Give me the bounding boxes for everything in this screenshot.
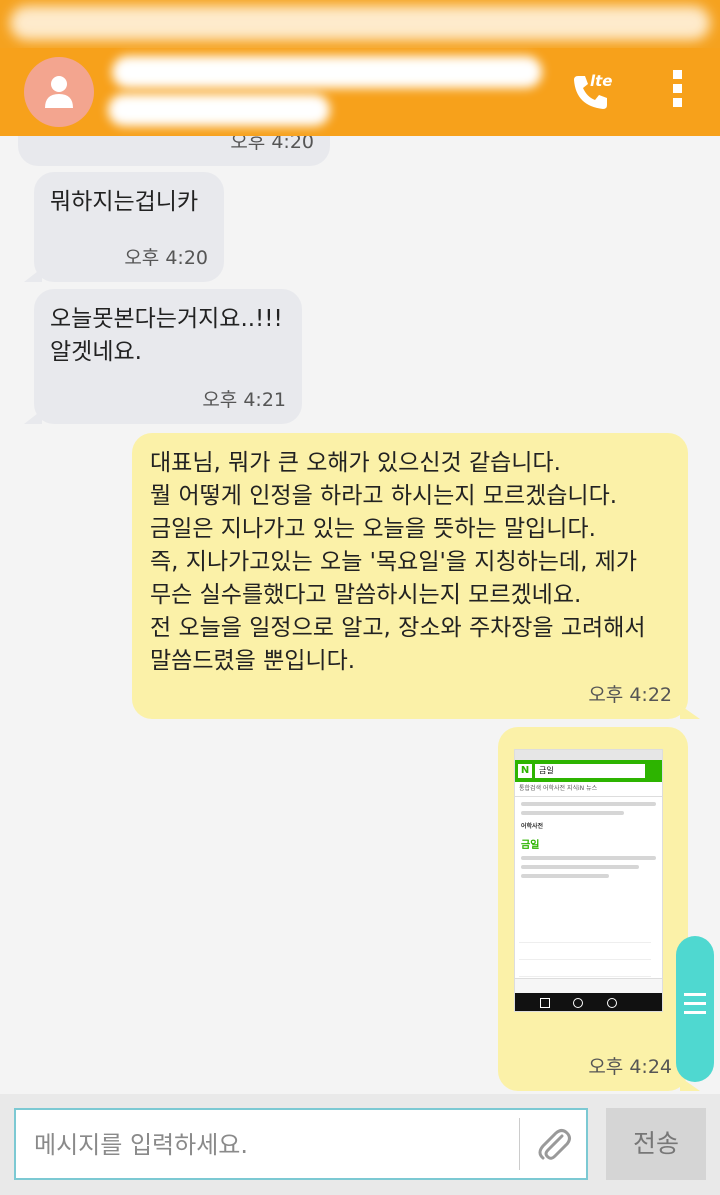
- paperclip-icon: [538, 1129, 571, 1160]
- chat-messages[interactable]: 오후 4:20 뭐하지는겁니카 오후 4:20 오늘못본다는거지요..!!! 알…: [0, 136, 720, 1094]
- screenshot-thumbnail[interactable]: N 금일 통합검색 어학사전 지식iN 뉴스 어학사전 금일: [514, 749, 663, 1012]
- status-bar: [0, 0, 720, 48]
- message-time: 오후 4:20: [124, 247, 208, 269]
- thumbnail-headword: 금일: [521, 840, 540, 851]
- message-received: 오늘못본다는거지요..!!! 알겟네요. 오후 4:21: [24, 289, 302, 424]
- message-time: 오후 4:22: [588, 684, 672, 706]
- lte-badge: lte: [590, 72, 613, 90]
- call-button[interactable]: lte: [570, 70, 626, 114]
- avatar[interactable]: [24, 57, 94, 127]
- message-text: 대표님, 뭐가 큰 오해가 있으신것 같습니다. 뭘 어떻게 인정을 하라고 하…: [150, 450, 646, 674]
- person-icon: [45, 76, 73, 108]
- attach-button[interactable]: [519, 1118, 586, 1170]
- message-received: 오후 4:20: [18, 136, 330, 166]
- message-received: 뭐하지는겁니카 오후 4:20: [24, 172, 224, 282]
- message-text: 뭐하지는겁니카: [50, 189, 199, 215]
- thumbnail-tabs: 통합검색 어학사전 지식iN 뉴스: [515, 782, 662, 797]
- message-time: 오후 4:20: [230, 136, 314, 153]
- message-field: [14, 1108, 588, 1180]
- thumbnail-section: 어학사전: [521, 823, 544, 830]
- chat-header: lte: [0, 48, 720, 136]
- menu-button[interactable]: [668, 70, 686, 114]
- thumbnail-search-query: 금일: [535, 764, 645, 778]
- message-sent: 대표님, 뭐가 큰 오해가 있으신것 같습니다. 뭘 어떻게 인정을 하라고 하…: [132, 433, 700, 719]
- composer: 전송: [0, 1094, 720, 1195]
- send-button[interactable]: 전송: [606, 1108, 706, 1180]
- message-input[interactable]: [32, 1124, 516, 1166]
- scroll-handle[interactable]: [676, 936, 714, 1082]
- contact-name: [112, 56, 542, 88]
- message-time: 오후 4:21: [202, 389, 286, 411]
- naver-logo-icon: N: [518, 764, 532, 778]
- message-sent-image: N 금일 통합검색 어학사전 지식iN 뉴스 어학사전 금일 오후 4:24: [498, 727, 700, 1091]
- message-time: 오후 4:24: [588, 1056, 672, 1078]
- contact-status: [108, 94, 330, 126]
- message-text: 오늘못본다는거지요..!!! 알겟네요.: [50, 306, 283, 365]
- more-vertical-icon: [668, 70, 686, 107]
